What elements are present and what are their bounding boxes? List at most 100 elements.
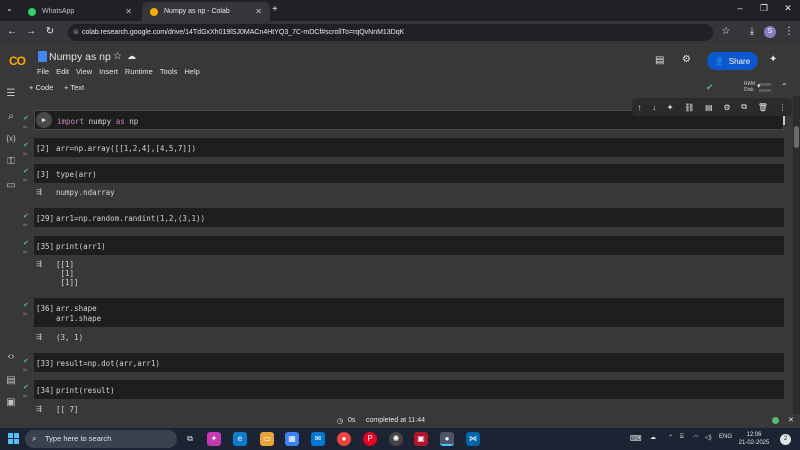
share-button[interactable]: 👤 Share <box>707 52 758 70</box>
menu-help[interactable]: Help <box>184 67 199 76</box>
star-icon[interactable]: ☆ <box>113 51 122 62</box>
move-up-icon[interactable]: ↑ <box>637 103 641 112</box>
site-info-icon[interactable]: ⊜ <box>73 24 79 41</box>
files-folder-icon[interactable]: ▭ <box>4 179 18 193</box>
scrollbar-thumb[interactable] <box>794 126 799 148</box>
output-menu-icon[interactable]: ⇶ <box>36 260 42 268</box>
more-icon[interactable]: ⋮ <box>779 103 787 112</box>
chrome-icon[interactable]: ● <box>337 432 351 446</box>
maximize-button[interactable]: ❐ <box>752 3 776 14</box>
command-palette-icon[interactable]: ▤ <box>4 374 18 388</box>
edge-browser-icon[interactable]: e <box>233 432 247 446</box>
wifi-icon[interactable]: ◠ <box>693 434 698 441</box>
settings-gear-icon[interactable]: ⚙ <box>682 54 691 65</box>
forward-icon[interactable]: → <box>24 26 38 38</box>
menu-tools[interactable]: Tools <box>160 67 178 76</box>
code-snippets-icon[interactable]: ‹› <box>4 350 18 364</box>
menu-view[interactable]: View <box>76 67 92 76</box>
volume-icon[interactable]: ◁) <box>705 434 712 441</box>
pinterest-icon[interactable]: P <box>363 432 377 446</box>
menu-runtime[interactable]: Runtime <box>125 67 153 76</box>
bookmark-star-icon[interactable]: ☆ <box>719 26 733 38</box>
table-of-contents-icon[interactable]: ☰ <box>4 87 18 101</box>
notebook-title[interactable]: Numpy as np <box>49 51 111 63</box>
notification-badge[interactable]: 2 <box>780 434 791 445</box>
mirror-icon[interactable]: ⧉ <box>741 102 747 112</box>
cell-code[interactable]: print(arr1) <box>56 242 106 251</box>
code-cell[interactable]: [34] print(result) <box>34 380 784 399</box>
minimize-button[interactable]: – <box>728 3 752 13</box>
output-menu-icon[interactable]: ⇶ <box>36 188 42 196</box>
collapse-toolbar-icon[interactable]: ⌃ <box>781 82 788 91</box>
profile-avatar[interactable]: S <box>764 26 776 38</box>
taskbar-clock[interactable]: 12:06 21-02-2025 <box>738 431 770 447</box>
code-cell[interactable]: [2] arr=np.array([[1,2,4],[4,5,7]]) <box>34 138 784 157</box>
window-close-button[interactable]: ✕ <box>776 3 800 14</box>
close-icon[interactable]: ✕ <box>255 7 262 16</box>
terminal-icon[interactable]: ▣ <box>4 396 18 410</box>
cell-settings-icon[interactable]: ⚙ <box>723 103 730 112</box>
notebook-scrollbar[interactable] <box>793 96 800 414</box>
comment-icon[interactable]: ▤ <box>705 103 713 112</box>
comment-icon[interactable]: ▤ <box>655 55 664 66</box>
move-down-icon[interactable]: ↓ <box>652 103 656 112</box>
network-icon[interactable]: ⌸ <box>680 434 684 441</box>
chatgpt-icon[interactable]: ✺ <box>389 432 403 446</box>
cell-code[interactable]: arr.shape arr1.shape <box>56 304 101 324</box>
reload-icon[interactable]: ↻ <box>43 26 57 38</box>
cell-scrollbar[interactable] <box>783 115 785 125</box>
address-bar[interactable]: ⊜ colab.research.google.com/drive/14TdGx… <box>68 24 713 41</box>
keyboard-icon[interactable]: ⌨ <box>630 434 642 443</box>
code-cell[interactable]: [36] arr.shape arr1.shape <box>34 298 784 327</box>
colab-logo[interactable]: CO <box>9 54 26 68</box>
code-cell[interactable]: [3] type(arr) <box>34 164 784 183</box>
outlook-icon[interactable]: ✉ <box>311 432 325 446</box>
code-cell[interactable]: [35] print(arr1) <box>34 236 784 255</box>
menu-edit[interactable]: Edit <box>56 67 69 76</box>
new-tab-button[interactable]: + <box>272 4 278 15</box>
cell-code[interactable]: result=np.dot(arr,arr1) <box>56 359 160 368</box>
windows-start-icon[interactable] <box>8 433 19 444</box>
chrome-active-icon[interactable]: ● <box>440 432 454 446</box>
resource-indicator[interactable]: RAM Disk <box>744 81 755 93</box>
delete-icon[interactable]: 🗑 <box>758 103 768 112</box>
runtime-dropdown-icon[interactable]: ▾ <box>757 82 761 90</box>
taskbar-search-box[interactable]: ⌕ Type here to search <box>25 430 177 448</box>
cell-code[interactable]: import numpy as np <box>57 117 138 126</box>
output-menu-icon[interactable]: ⇶ <box>36 405 42 413</box>
cell-code[interactable]: print(result) <box>56 386 115 395</box>
tray-expand-icon[interactable]: ⌃ <box>668 434 673 441</box>
secrets-key-icon[interactable]: ⚿ <box>4 155 18 169</box>
tab-whatsapp[interactable]: WhatsApp ✕ <box>20 2 140 21</box>
task-view-icon[interactable]: ⧉ <box>183 432 197 446</box>
media-app-icon[interactable]: ▣ <box>414 432 428 446</box>
tab-colab[interactable]: Numpy as np - Colab ✕ <box>142 2 270 21</box>
weather-icon[interactable]: ☁ <box>650 434 656 441</box>
run-cell-button[interactable]: ▶ <box>36 112 52 128</box>
search-icon[interactable]: ⌕ <box>4 110 18 124</box>
code-cell[interactable]: [33] result=np.dot(arr,arr1) <box>34 353 784 372</box>
tab-search-icon[interactable]: ⌄ <box>6 4 13 13</box>
cell-code[interactable]: arr1=np.random.randint(1,2,(3,1)) <box>56 214 205 223</box>
execution-time[interactable]: 0s <box>348 417 355 424</box>
vscode-icon[interactable]: ⋈ <box>466 432 480 446</box>
download-icon[interactable]: ⤓ <box>745 26 759 38</box>
add-text-button[interactable]: + Text <box>64 83 84 92</box>
cell-code[interactable]: arr=np.array([[1,2,4],[4,5,7]]) <box>56 144 196 153</box>
cloud-icon[interactable]: ☁ <box>127 51 136 62</box>
output-menu-icon[interactable]: ⇶ <box>36 333 42 341</box>
browser-menu-icon[interactable]: ⋮ <box>782 26 796 38</box>
menu-insert[interactable]: Insert <box>99 67 118 76</box>
gemini-sparkle-icon[interactable]: ✦ <box>769 54 777 65</box>
link-icon[interactable]: ⛓ <box>684 103 694 112</box>
code-cell[interactable]: [29] arr1=np.random.randint(1,2,(3,1)) <box>34 208 784 227</box>
close-icon[interactable]: ✕ <box>125 7 132 16</box>
add-code-button[interactable]: + Code <box>29 83 53 92</box>
copilot-icon[interactable]: ✦ <box>207 432 221 446</box>
cell-code[interactable]: type(arr) <box>56 170 97 179</box>
language-indicator[interactable]: ENG <box>719 434 732 440</box>
close-status-icon[interactable]: ✕ <box>788 416 794 424</box>
back-icon[interactable]: ← <box>5 26 19 38</box>
store-icon[interactable]: ▦ <box>285 432 299 446</box>
file-explorer-icon[interactable]: ▭ <box>260 432 274 446</box>
